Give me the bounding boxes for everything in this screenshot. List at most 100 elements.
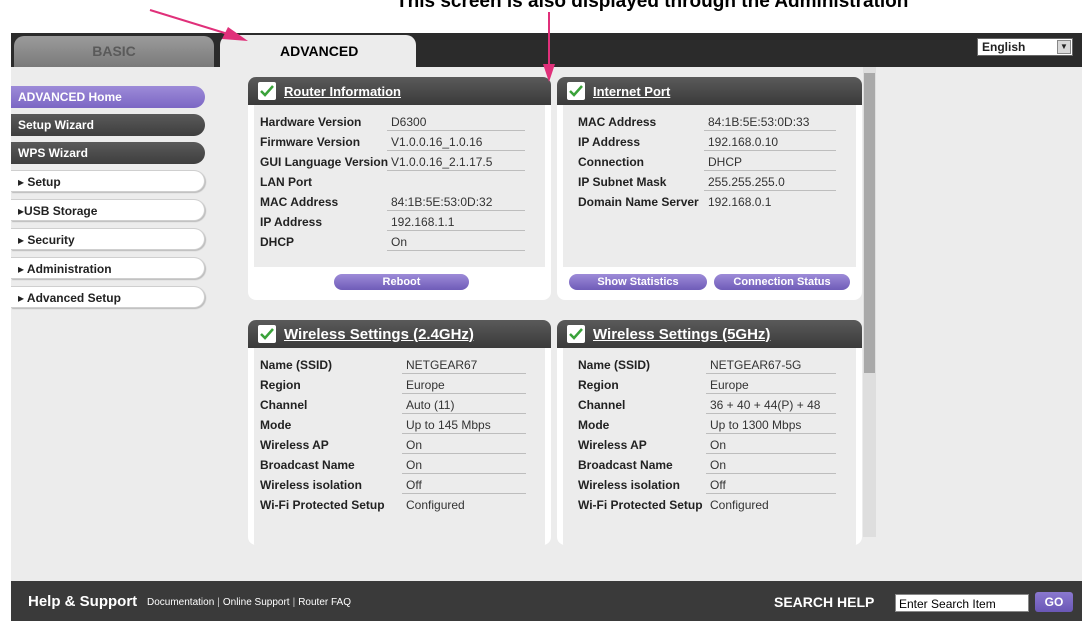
info-row: GUI Language Version V1.0.0.16_2.1.17.5 — [260, 152, 545, 172]
sidebar-item-label: ▸ Setup — [18, 175, 61, 189]
info-row: Mode Up to 1300 Mbps — [578, 415, 856, 435]
row-key: Firmware Version — [260, 135, 361, 149]
info-row: Name (SSID) NETGEAR67-5G — [578, 355, 856, 375]
row-divider — [706, 493, 836, 494]
row-key: Wireless isolation — [578, 478, 680, 492]
panel-title[interactable]: Internet Port — [593, 84, 670, 99]
wireless-24ghz-panel: Wireless Settings (2.4GHz) Name (SSID) NE… — [248, 320, 551, 545]
router-information-panel: Router Information Hardware Version D6300… — [248, 77, 551, 300]
row-divider — [387, 230, 525, 231]
tab-basic[interactable]: BASIC — [14, 36, 214, 67]
lan-port-heading: LAN Port — [260, 175, 312, 189]
row-value: Europe — [406, 378, 445, 392]
row-divider — [402, 393, 526, 394]
search-input[interactable]: Enter Search Item — [895, 594, 1029, 612]
row-value: 36 + 40 + 44(P) + 48 — [710, 398, 821, 412]
row-key: Name (SSID) — [260, 358, 333, 372]
sidebar-item-usb-storage[interactable]: ▸USB Storage — [11, 199, 205, 221]
row-key: Name (SSID) — [578, 358, 651, 372]
help-support-title: Help & Support — [28, 593, 138, 610]
row-divider — [387, 210, 525, 211]
info-row: Wireless AP On — [260, 435, 545, 455]
check-icon — [567, 325, 585, 343]
row-value: V1.0.0.16_1.0.16 — [391, 135, 483, 149]
row-key: Region — [578, 378, 619, 392]
sidebar-item-administration[interactable]: ▸ Administration — [11, 257, 205, 279]
row-key: MAC Address — [578, 115, 657, 129]
info-row: Channel 36 + 40 + 44(P) + 48 — [578, 395, 856, 415]
row-divider — [402, 453, 526, 454]
row-divider — [704, 190, 836, 191]
row-key: Channel — [578, 398, 626, 412]
link-separator: | — [292, 597, 296, 608]
search-help-label: SEARCH HELP — [774, 594, 875, 610]
online-support-link[interactable]: Online Support — [223, 597, 290, 608]
panel-title[interactable]: Wireless Settings (5GHz) — [593, 326, 770, 343]
row-divider — [402, 473, 526, 474]
router-faq-link[interactable]: Router FAQ — [298, 597, 351, 608]
row-value: 192.168.0.1 — [708, 195, 772, 209]
row-key: Channel — [260, 398, 308, 412]
row-divider — [387, 150, 525, 151]
language-selected: English — [982, 40, 1026, 54]
row-divider — [706, 413, 836, 414]
row-key: IP Subnet Mask — [578, 175, 667, 189]
reboot-button[interactable]: Reboot — [334, 274, 469, 290]
row-key: Wireless isolation — [260, 478, 362, 492]
language-select[interactable]: English ▼ — [977, 38, 1073, 56]
connection-status-button[interactable]: Connection Status — [714, 274, 850, 290]
annotation-text: This screen is also displayed through th… — [396, 0, 909, 12]
internet-port-panel: Internet Port MAC Address 84:1B:5E:53:0D:… — [557, 77, 862, 300]
row-key: IP Address — [578, 135, 641, 149]
panel-header: Wireless Settings (2.4GHz) — [248, 320, 551, 348]
tab-advanced[interactable]: ADVANCED — [220, 35, 416, 69]
row-value: Off — [406, 478, 422, 492]
info-row: Region Europe — [578, 375, 856, 395]
row-value: Configured — [710, 498, 769, 512]
row-divider — [706, 473, 836, 474]
row-divider — [387, 130, 525, 131]
info-row: Broadcast Name On — [578, 455, 856, 475]
info-row: LAN Port — [260, 172, 545, 192]
info-row: Domain Name Server 192.168.0.1 — [578, 192, 856, 212]
sidebar-item-label: Setup Wizard — [18, 118, 94, 132]
row-divider — [706, 433, 836, 434]
row-value: DHCP — [708, 155, 743, 169]
row-divider — [704, 170, 836, 171]
scrollbar-thumb[interactable] — [864, 73, 875, 373]
row-key: Wi-Fi Protected Setup — [578, 498, 703, 512]
row-value: Up to 1300 Mbps — [710, 418, 802, 432]
row-key: Wireless AP — [578, 438, 647, 452]
row-divider — [387, 170, 525, 171]
sidebar-item-setup-wizard[interactable]: Setup Wizard — [11, 114, 205, 136]
sidebar-item-setup[interactable]: ▸ Setup — [11, 170, 205, 192]
check-icon — [567, 82, 585, 100]
info-row: Wireless isolation Off — [578, 475, 856, 495]
row-value: Off — [710, 478, 726, 492]
row-divider — [402, 493, 526, 494]
sidebar-item-wps-wizard[interactable]: WPS Wizard — [11, 142, 205, 164]
sidebar-item-label: ADVANCED Home — [18, 90, 122, 104]
link-separator: | — [217, 597, 220, 608]
chevron-down-icon[interactable]: ▼ — [1057, 40, 1071, 54]
row-key: Mode — [260, 418, 292, 432]
info-row: Broadcast Name On — [260, 455, 545, 475]
sidebar-item-label: ▸USB Storage — [18, 204, 98, 218]
sidebar-item-advanced-home[interactable]: ADVANCED Home — [11, 86, 205, 108]
panel-title[interactable]: Wireless Settings (2.4GHz) — [284, 326, 474, 343]
row-key: Region — [260, 378, 301, 392]
arrow-line-left — [149, 9, 229, 35]
show-statistics-button[interactable]: Show Statistics — [569, 274, 707, 290]
row-divider — [402, 413, 526, 414]
panel-title[interactable]: Router Information — [284, 84, 401, 99]
row-value: NETGEAR67 — [406, 358, 478, 372]
go-button[interactable]: GO — [1035, 592, 1073, 612]
row-key: DHCP — [260, 235, 295, 249]
row-key: Hardware Version — [260, 115, 362, 129]
content-scrollbar[interactable] — [863, 67, 876, 537]
info-row: Firmware Version V1.0.0.16_1.0.16 — [260, 132, 545, 152]
documentation-link[interactable]: Documentation — [147, 597, 214, 608]
sidebar-item-advanced-setup[interactable]: ▸ Advanced Setup — [11, 286, 205, 308]
row-key: IP Address — [260, 215, 323, 229]
sidebar-item-security[interactable]: ▸ Security — [11, 228, 205, 250]
